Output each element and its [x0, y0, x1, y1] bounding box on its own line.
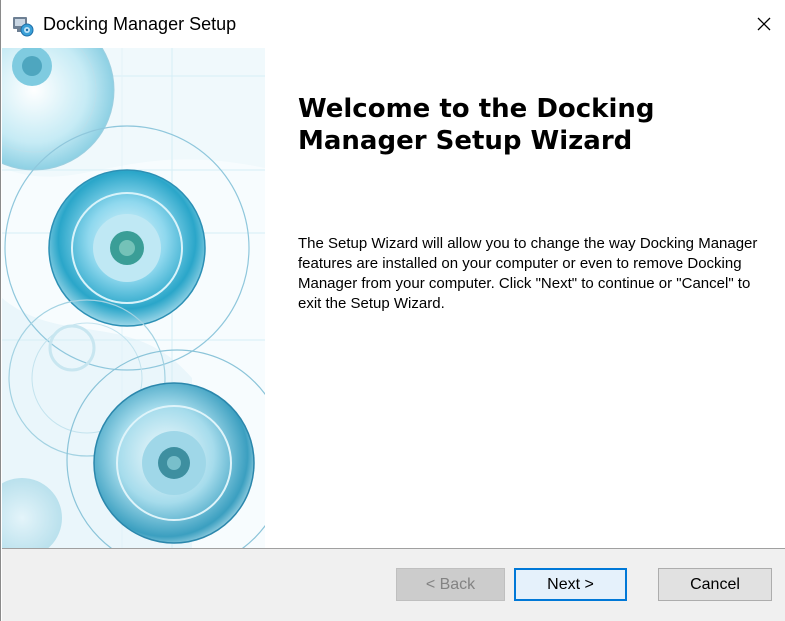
cancel-button[interactable]: Cancel — [658, 568, 772, 601]
back-button[interactable]: < Back — [396, 568, 505, 601]
wizard-content: Welcome to the Docking Manager Setup Wiz… — [265, 48, 785, 548]
next-button[interactable]: Next > — [514, 568, 627, 601]
title-bar: Docking Manager Setup — [1, 0, 785, 48]
window-title: Docking Manager Setup — [43, 14, 237, 34]
welcome-description: The Setup Wizard will allow you to chang… — [298, 235, 758, 312]
installer-icon — [12, 15, 34, 37]
setup-window: Docking Manager Setup Welcome to the Doc… — [0, 0, 785, 621]
close-button[interactable] — [742, 6, 785, 42]
close-icon — [757, 17, 771, 31]
welcome-heading: Welcome to the Docking Manager Setup Wiz… — [298, 94, 655, 156]
button-bar: < Back Next > Cancel — [2, 549, 785, 621]
wizard-banner-image — [2, 48, 265, 548]
